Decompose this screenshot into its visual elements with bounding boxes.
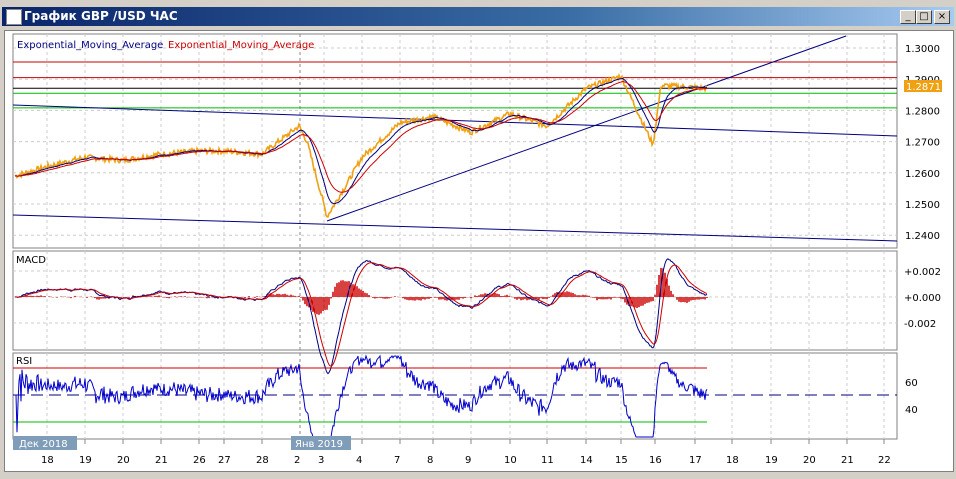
date-tick-label: 19: [765, 455, 778, 466]
date-tick-label: 4: [356, 455, 362, 466]
date-tick-label: 7: [394, 455, 400, 466]
minimize-button[interactable]: _: [900, 10, 916, 24]
legend-ema-slow: Exponential_Moving_Average: [168, 40, 314, 51]
chart-window: График GBP /USD ЧАС _ □ × Exponential_Mo…: [0, 0, 956, 479]
date-tick-label: 11: [541, 455, 554, 466]
price-tick-label: 1.2700: [905, 138, 940, 149]
rsi-label: RSI: [16, 356, 32, 367]
price-tick-label: 1.2400: [905, 231, 940, 242]
price-tick-label: 1.3000: [905, 44, 940, 55]
date-tick-label: 21: [841, 455, 854, 466]
maximize-button[interactable]: □: [916, 10, 932, 24]
date-tick-label: 14: [580, 455, 593, 466]
month-label-jan-text: Янв 2019: [295, 439, 343, 450]
date-tick-label: 8: [427, 455, 433, 466]
macd-tick-label: +0.000: [904, 293, 941, 304]
rsi-tick-label: 60: [905, 378, 918, 389]
date-tick-label: 2: [294, 455, 300, 466]
chart-svg[interactable]: Exponential_Moving_Average Exponential_M…: [5, 31, 953, 471]
price-panel[interactable]: [12, 33, 898, 249]
date-tick-label: 9: [465, 455, 471, 466]
close-button[interactable]: ×: [934, 10, 950, 24]
price-tick-label: 1.2500: [905, 200, 940, 211]
date-tick-label: 3: [318, 455, 324, 466]
macd-tick-label: +0.002: [904, 267, 941, 278]
month-label-dec-text: Дек 2018: [19, 439, 68, 450]
date-tick-label: 18: [41, 455, 54, 466]
date-tick-label: 27: [218, 455, 231, 466]
date-tick-label: 21: [155, 455, 168, 466]
date-tick-label: 26: [193, 455, 206, 466]
chart-area[interactable]: Exponential_Moving_Average Exponential_M…: [4, 30, 954, 472]
date-tick-label: 28: [256, 455, 269, 466]
date-tick-label: 19: [79, 455, 92, 466]
macd-tick-label: -0.002: [904, 319, 936, 330]
macd-label: MACD: [16, 255, 46, 266]
date-tick-label: 20: [803, 455, 816, 466]
title-bar[interactable]: График GBP /USD ЧАС _ □ ×: [2, 7, 954, 26]
date-tick-label: 18: [726, 455, 739, 466]
date-tick-label: 16: [649, 455, 662, 466]
date-tick-label: 22: [878, 455, 891, 466]
current-price: 1.2871: [906, 82, 941, 93]
rsi-tick-label: 40: [905, 405, 918, 416]
date-tick-label: 20: [117, 455, 130, 466]
window-title: График GBP /USD ЧАС: [24, 9, 178, 23]
price-tick-label: 1.2800: [905, 106, 940, 117]
date-tick-label: 10: [504, 455, 517, 466]
legend-ema-fast: Exponential_Moving_Average: [17, 40, 163, 51]
chart-app-icon: [6, 9, 22, 25]
date-tick-label: 17: [689, 455, 702, 466]
price-tick-label: 1.2600: [905, 169, 940, 180]
date-tick-label: 15: [615, 455, 628, 466]
